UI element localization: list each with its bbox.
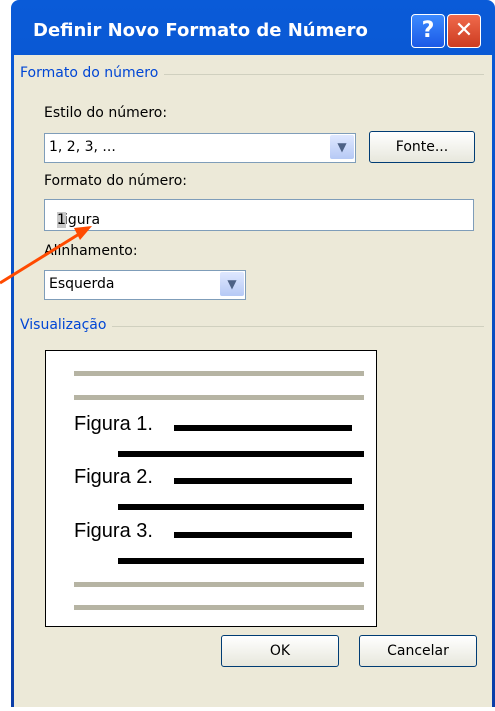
- annotation-arrow-line: [0, 229, 85, 285]
- annotation-arrow-head: [74, 226, 92, 240]
- annotation-arrow: [0, 226, 92, 285]
